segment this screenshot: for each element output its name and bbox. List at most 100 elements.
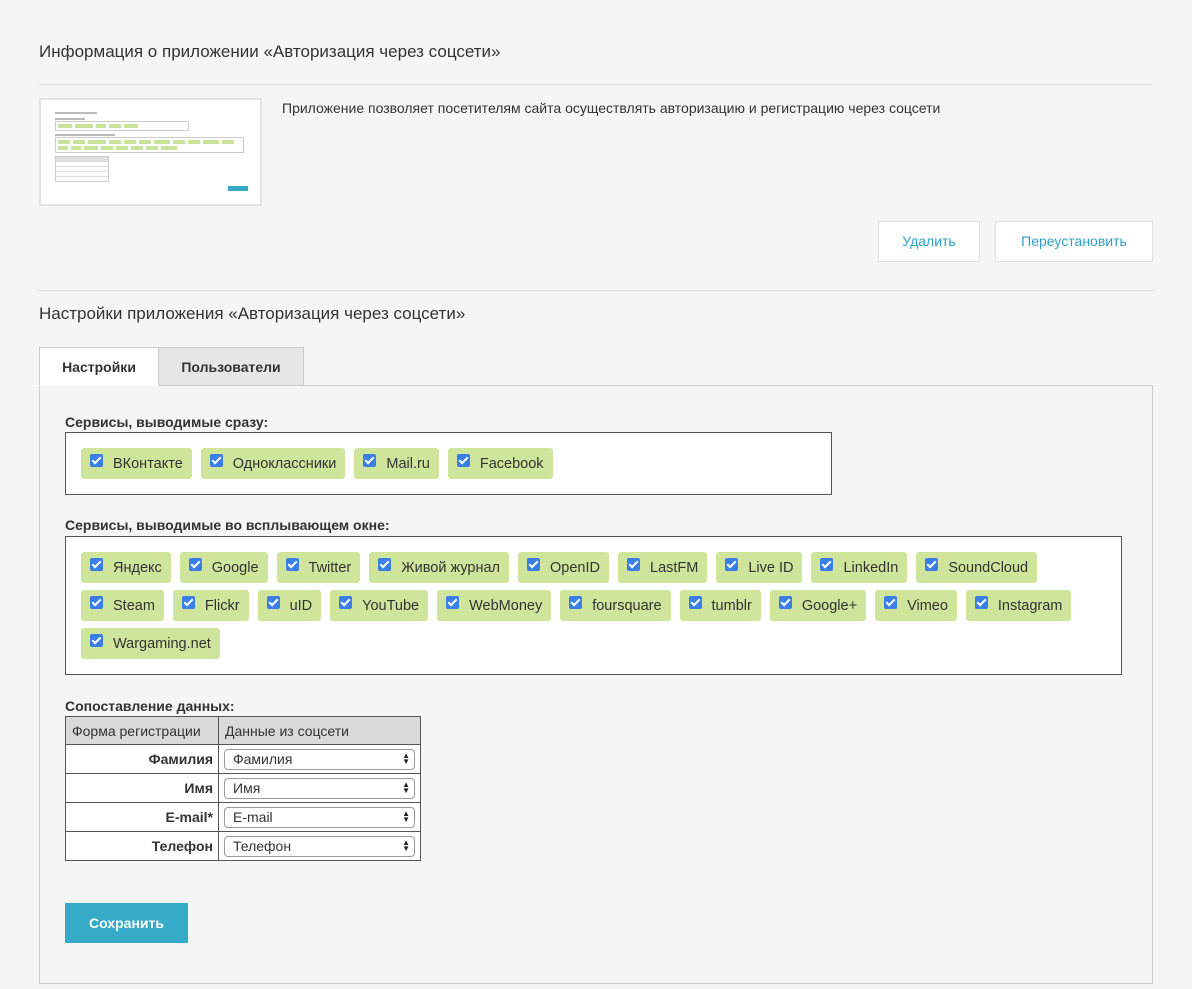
service-checkbox-item[interactable]: Живой журнал [369, 552, 510, 583]
services-direct-box: ВКонтакте Одноклассники Mail.ru Facebook [65, 432, 832, 495]
checkbox-checked-icon[interactable] [974, 596, 988, 609]
app-settings-title: Настройки приложения «Авторизация через … [39, 304, 466, 323]
tab-settings[interactable]: Настройки [39, 347, 159, 386]
service-label: foursquare [592, 597, 662, 614]
app-screenshot-thumbnail [39, 98, 262, 206]
checkbox-checked-icon[interactable] [527, 558, 541, 571]
service-label: Vimeo [907, 597, 948, 614]
select-arrows-icon: ▲ ▼ [402, 838, 410, 853]
service-checkbox-item[interactable]: SoundCloud [916, 552, 1038, 583]
select-arrows-icon: ▲ ▼ [402, 809, 410, 824]
service-checkbox-item[interactable]: Яндекс [81, 552, 171, 583]
checkbox-checked-icon[interactable] [925, 558, 939, 571]
checkbox-checked-icon[interactable] [90, 596, 103, 609]
service-checkbox-item[interactable]: Steam [81, 590, 164, 621]
service-label: Live ID [748, 559, 794, 576]
field-label-firstname: Имя [65, 773, 219, 803]
checkbox-checked-icon[interactable] [778, 596, 792, 609]
table-row: Телефон Телефон ▲ ▼ [65, 831, 421, 861]
services-direct-label: Сервисы, выводимые сразу: [65, 414, 269, 430]
checkbox-checked-icon[interactable] [339, 596, 353, 609]
table-header-row: Форма регистрации Данные из соцсети [65, 716, 421, 745]
checkbox-checked-icon[interactable] [90, 558, 103, 571]
service-checkbox-item[interactable]: Live ID [716, 552, 803, 583]
checkbox-checked-icon[interactable] [446, 596, 460, 609]
service-label: LinkedIn [843, 559, 899, 576]
checkbox-checked-icon[interactable] [90, 454, 103, 467]
services-popup-label: Сервисы, выводимые во всплывающем окне: [65, 517, 390, 533]
services-popup-box: Яндекс Google Twitter Живой журнал OpenID Las… [65, 536, 1122, 675]
service-label: Яндекс [113, 559, 162, 576]
phone-select[interactable]: Телефон ▲ ▼ [224, 835, 415, 857]
select-arrows-icon: ▲ ▼ [402, 780, 410, 795]
checkbox-checked-icon[interactable] [266, 596, 280, 609]
firstname-select[interactable]: Имя ▲ ▼ [224, 777, 415, 799]
service-checkbox-item[interactable]: OpenID [518, 552, 609, 583]
service-label: Google [211, 559, 259, 576]
service-label: LastFM [650, 559, 699, 576]
service-checkbox-item[interactable]: Google [179, 552, 268, 583]
service-checkbox-item[interactable]: WebMoney [437, 590, 552, 621]
checkbox-checked-icon[interactable] [285, 558, 299, 571]
service-label: WebMoney [469, 597, 543, 614]
field-label-email: E-mail* [65, 802, 219, 832]
tab-users[interactable]: Пользователи [159, 347, 304, 386]
service-checkbox-item[interactable]: Flickr [172, 590, 249, 621]
checkbox-checked-icon[interactable] [569, 596, 583, 609]
checkbox-checked-icon[interactable] [820, 558, 834, 571]
service-checkbox-item[interactable]: tumblr [679, 590, 761, 621]
service-checkbox-item[interactable]: uID [257, 590, 322, 621]
checkbox-checked-icon[interactable] [725, 558, 739, 571]
service-checkbox-item[interactable]: foursquare [560, 590, 671, 621]
service-label: Mail.ru [386, 455, 430, 472]
service-checkbox-item[interactable]: Wargaming.net [81, 628, 220, 659]
checkbox-checked-icon[interactable] [456, 454, 470, 467]
checkbox-checked-icon[interactable] [188, 558, 202, 571]
table-row: Имя Имя ▲ ▼ [65, 773, 421, 803]
service-checkbox-item[interactable]: Facebook [447, 448, 553, 479]
checkbox-checked-icon[interactable] [627, 558, 640, 571]
select-arrows-icon: ▲ ▼ [402, 751, 410, 766]
table-row: E-mail* E-mail ▲ ▼ [65, 802, 421, 832]
checkbox-checked-icon[interactable] [181, 596, 195, 609]
service-checkbox-item[interactable]: Vimeo [875, 590, 957, 621]
select-value: E-mail [233, 809, 273, 825]
service-checkbox-item[interactable]: YouTube [330, 590, 429, 621]
checkbox-checked-icon[interactable] [363, 454, 377, 467]
checkbox-checked-icon[interactable] [90, 634, 103, 647]
service-checkbox-item[interactable]: LastFM [618, 552, 708, 583]
service-label: tumblr [711, 597, 752, 614]
service-checkbox-item[interactable]: LinkedIn [811, 552, 908, 583]
column-header-registration-form: Форма регистрации [65, 716, 219, 745]
service-checkbox-item[interactable]: Mail.ru [354, 448, 439, 479]
select-value: Телефон [233, 838, 292, 854]
select-value: Имя [233, 780, 261, 796]
app-description: Приложение позволяет посетителям сайта о… [282, 100, 941, 116]
service-checkbox-item[interactable]: Instagram [965, 590, 1072, 621]
service-checkbox-item[interactable]: Google+ [769, 590, 867, 621]
service-label: uID [289, 597, 313, 614]
service-checkbox-item[interactable]: Одноклассники [200, 448, 346, 479]
reinstall-button[interactable]: Переустановить [995, 221, 1153, 262]
service-checkbox-item[interactable]: ВКонтакте [81, 448, 192, 479]
table-row: Фамилия Фамилия ▲ ▼ [65, 744, 421, 774]
data-mapping-label: Сопоставление данных: [65, 698, 235, 714]
service-label: SoundCloud [948, 559, 1029, 576]
service-checkbox-item[interactable]: Twitter [276, 552, 361, 583]
service-label: Wargaming.net [113, 635, 211, 652]
lastname-select[interactable]: Фамилия ▲ ▼ [224, 748, 415, 770]
checkbox-checked-icon[interactable] [688, 596, 702, 609]
save-button[interactable]: Сохранить [65, 903, 188, 943]
checkbox-checked-icon[interactable] [209, 454, 223, 467]
email-select[interactable]: E-mail ▲ ▼ [224, 806, 415, 828]
app-info-title: Информация о приложении «Авторизация чер… [39, 42, 501, 61]
field-label-phone: Телефон [65, 831, 219, 861]
checkbox-checked-icon[interactable] [884, 596, 898, 609]
service-label: Steam [113, 597, 155, 614]
checkbox-checked-icon[interactable] [378, 558, 392, 571]
service-label: ВКонтакте [113, 455, 183, 472]
data-mapping-table: Форма регистрации Данные из соцсети Фами… [65, 716, 421, 861]
remove-button[interactable]: Удалить [878, 221, 980, 262]
service-label: Живой журнал [401, 559, 501, 576]
service-label: Instagram [997, 597, 1063, 614]
